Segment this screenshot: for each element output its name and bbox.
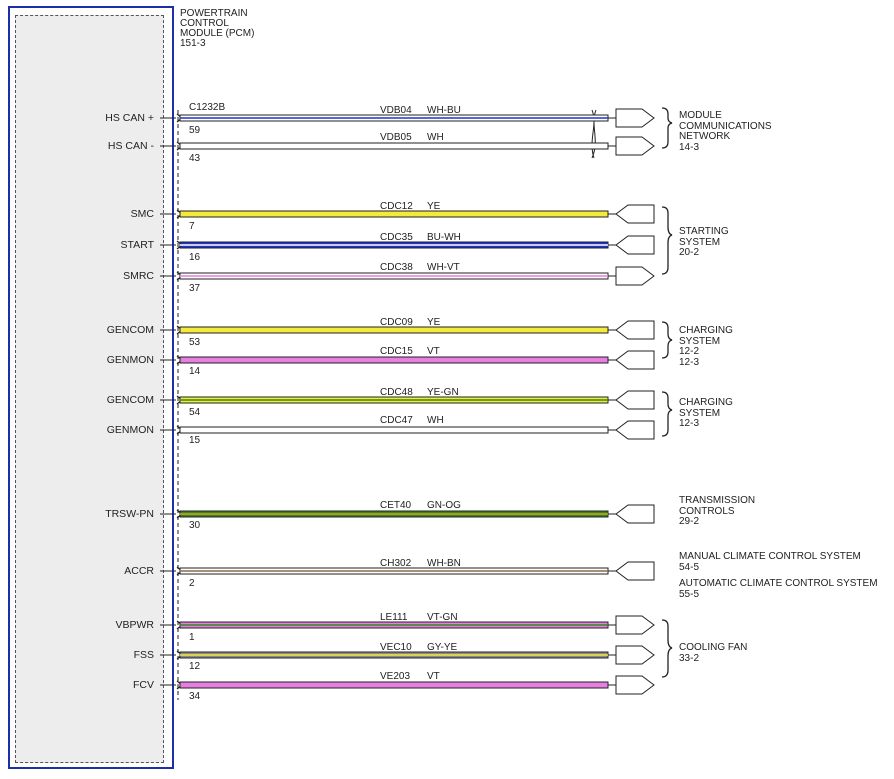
terminal-connector-icon	[615, 136, 655, 156]
brace-icon	[661, 391, 673, 437]
terminal-connector-icon	[615, 350, 655, 370]
brace-icon	[661, 206, 673, 275]
terminal-connector-icon	[615, 645, 655, 665]
brace-icon	[661, 619, 673, 678]
wire	[179, 210, 609, 218]
terminal-connector-icon	[615, 235, 655, 255]
terminal-connector-icon	[615, 561, 655, 581]
wiring-diagram	[160, 107, 673, 700]
terminal-connector-icon	[615, 615, 655, 635]
brace-icon	[661, 107, 673, 149]
brace-icon	[661, 321, 673, 359]
terminal-connector-icon	[615, 420, 655, 440]
wire	[179, 142, 609, 150]
terminal-connector-icon	[615, 266, 655, 286]
wire	[179, 356, 609, 364]
wire	[179, 426, 609, 434]
terminal-connector-icon	[615, 675, 655, 695]
wire	[179, 681, 609, 689]
terminal-connector-icon	[615, 108, 655, 128]
terminal-connector-icon	[615, 204, 655, 224]
wire	[179, 326, 609, 334]
terminal-connector-icon	[615, 504, 655, 524]
terminal-connector-icon	[615, 390, 655, 410]
terminal-connector-icon	[615, 320, 655, 340]
